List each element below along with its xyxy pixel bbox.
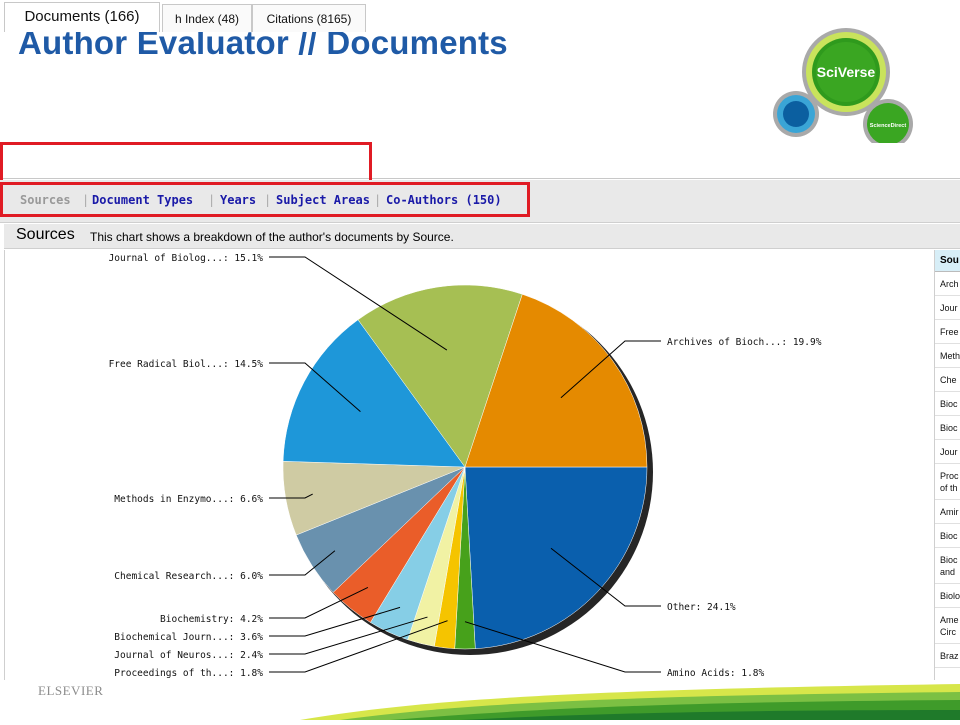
- pie-slice-label: Biochemical Journ...: 3.6%: [114, 632, 263, 643]
- sources-table-row: Braz: [935, 644, 960, 668]
- sources-table-row: Proc of th: [935, 464, 960, 500]
- pie-slice-label: Proceedings of th...: 1.8%: [114, 668, 263, 679]
- sources-table-row: Free: [935, 320, 960, 344]
- sources-table-row: Arch: [935, 272, 960, 296]
- sources-table-row: Bioc: [935, 416, 960, 440]
- sources-table-row: Che: [935, 368, 960, 392]
- pie-slice-label: Amino Acids: 1.8%: [667, 668, 765, 679]
- pie-chart: Other: 24.1% Amino Acids: 1.8% Proceedings…: [109, 253, 822, 679]
- sciverse-logo: SciVerse ScienceDirect: [770, 26, 920, 149]
- chart-panel: Other: 24.1% Amino Acids: 1.8% Proceedings…: [4, 250, 929, 680]
- pie-slice[interactable]: [464, 466, 648, 649]
- sources-table-row: Bioc: [935, 524, 960, 548]
- highlight-box-subnav: [0, 182, 530, 217]
- footer-swoosh: [0, 680, 960, 720]
- pie-slice-label: Chemical Research...: 6.0%: [114, 571, 263, 582]
- pie-slice-label: Free Radical Biol...: 14.5%: [109, 359, 264, 370]
- section-description: This chart shows a breakdown of the auth…: [90, 230, 454, 244]
- sources-table-row: Jour: [935, 296, 960, 320]
- sources-table-row: Meth: [935, 344, 960, 368]
- pie-slice-label: Journal of Biolog...: 15.1%: [109, 253, 264, 264]
- highlight-box-tabs: [0, 142, 372, 184]
- sources-table-row: Amir: [935, 500, 960, 524]
- pie-slice-label: Archives of Bioch...: 19.9%: [667, 337, 822, 348]
- sources-table: Sou Arch Jour Free Meth Che Bioc Bioc Jour Proc o…: [934, 250, 960, 680]
- pie-slice-label: Other: 24.1%: [667, 602, 736, 613]
- sources-table-row: Bioc and: [935, 548, 960, 584]
- sources-table-row: Ame Circ: [935, 608, 960, 644]
- pie-slice-label: Methods in Enzymo...: 6.6%: [114, 494, 263, 505]
- sources-table-row: Biolo: [935, 584, 960, 608]
- sources-table-row: Bioc: [935, 392, 960, 416]
- pie-slice-label: Biochemistry: 4.2%: [160, 614, 263, 625]
- logo-primary-text: SciVerse: [817, 64, 876, 80]
- pie-slice-label: Journal of Neuros...: 2.4%: [114, 650, 263, 661]
- sources-table-row: Jour: [935, 440, 960, 464]
- tab-h-index[interactable]: h Index (48): [162, 4, 252, 32]
- section-title: Sources: [16, 226, 75, 243]
- elsevier-logo-text: ELSEVIER: [38, 683, 104, 698]
- tab-documents[interactable]: Documents (166): [4, 2, 160, 32]
- tab-citations[interactable]: Citations (8165): [252, 4, 366, 32]
- sources-table-header: Sou: [935, 250, 960, 272]
- logo-secondary-text: ScienceDirect: [870, 123, 907, 129]
